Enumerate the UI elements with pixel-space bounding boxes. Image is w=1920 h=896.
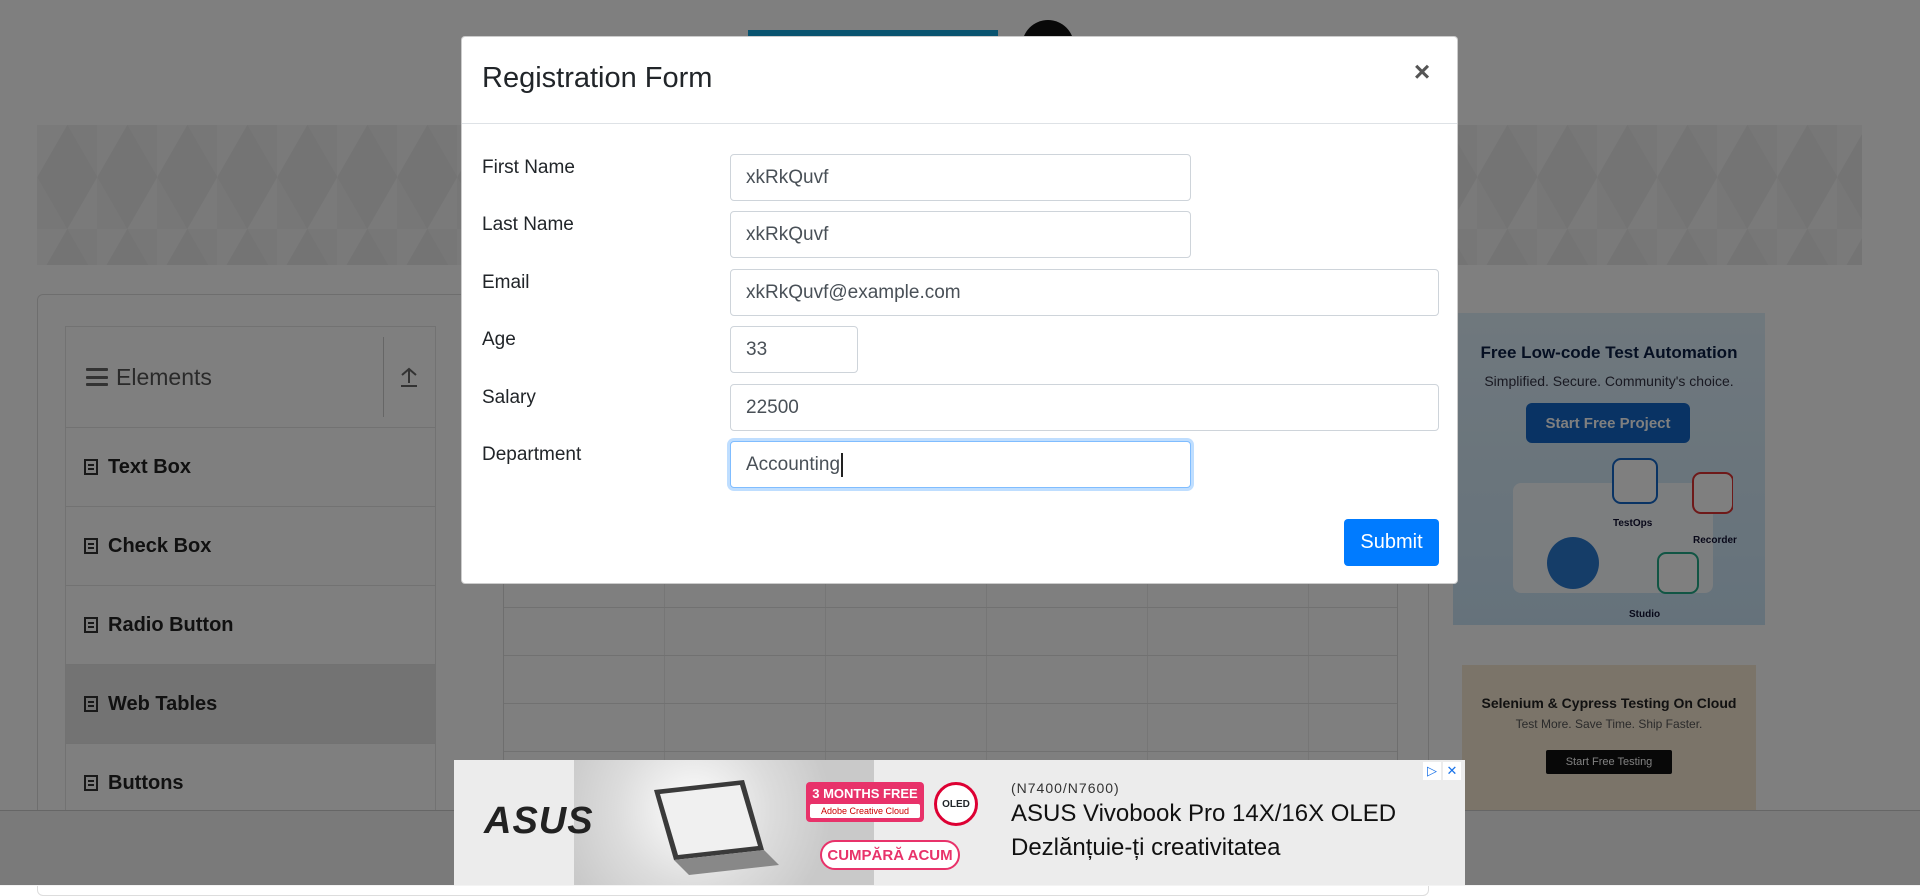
- text-caret: [841, 452, 844, 477]
- age-value: 33: [746, 338, 768, 360]
- department-label: Department: [482, 444, 582, 465]
- submit-button[interactable]: Submit: [1344, 519, 1439, 566]
- adchoices-icon[interactable]: ▷: [1423, 762, 1441, 780]
- buy-now-button[interactable]: CUMPĂRĂ ACUM: [820, 840, 960, 870]
- promo-partner: Adobe Creative Cloud: [810, 804, 920, 818]
- last-name-input[interactable]: xkRkQuvf: [730, 211, 1191, 258]
- ad-model: (N7400/N7600): [1011, 780, 1120, 796]
- first-name-value: xkRkQuvf: [746, 166, 829, 188]
- age-label: Age: [482, 329, 516, 350]
- laptop-image: [654, 780, 779, 875]
- oled-badge: OLED: [934, 782, 978, 826]
- modal-header: Registration Form ×: [462, 37, 1457, 124]
- modal-title: Registration Form: [482, 62, 713, 94]
- asus-ad-banner[interactable]: ASUS 3 MONTHS FREE Adobe Creative Cloud …: [454, 760, 1465, 885]
- salary-input[interactable]: 22500: [730, 384, 1439, 431]
- last-name-value: xkRkQuvf: [746, 223, 829, 245]
- email-label: Email: [482, 272, 530, 293]
- promo-text: 3 MONTHS FREE: [812, 786, 918, 801]
- ad-tagline: Dezlănțuie-ți creativitatea: [1011, 834, 1281, 861]
- promo-badge: 3 MONTHS FREE Adobe Creative Cloud: [806, 782, 924, 822]
- asus-logo: ASUS: [484, 800, 594, 842]
- last-name-label: Last Name: [482, 214, 574, 235]
- salary-value: 22500: [746, 396, 799, 418]
- close-ad-icon[interactable]: ✕: [1443, 762, 1461, 780]
- first-name-label: First Name: [482, 157, 575, 178]
- age-input[interactable]: 33: [730, 326, 858, 373]
- department-input[interactable]: Accounting: [730, 441, 1191, 488]
- department-value: Accounting: [746, 453, 841, 475]
- first-name-input[interactable]: xkRkQuvf: [730, 154, 1191, 201]
- salary-label: Salary: [482, 387, 536, 408]
- email-input[interactable]: xkRkQuvf@example.com: [730, 269, 1439, 316]
- email-value: xkRkQuvf@example.com: [746, 281, 961, 303]
- close-button[interactable]: ×: [1407, 57, 1437, 87]
- registration-form-modal: Registration Form × First Name xkRkQuvf …: [461, 36, 1458, 584]
- ad-headline: ASUS Vivobook Pro 14X/16X OLED: [1011, 800, 1397, 827]
